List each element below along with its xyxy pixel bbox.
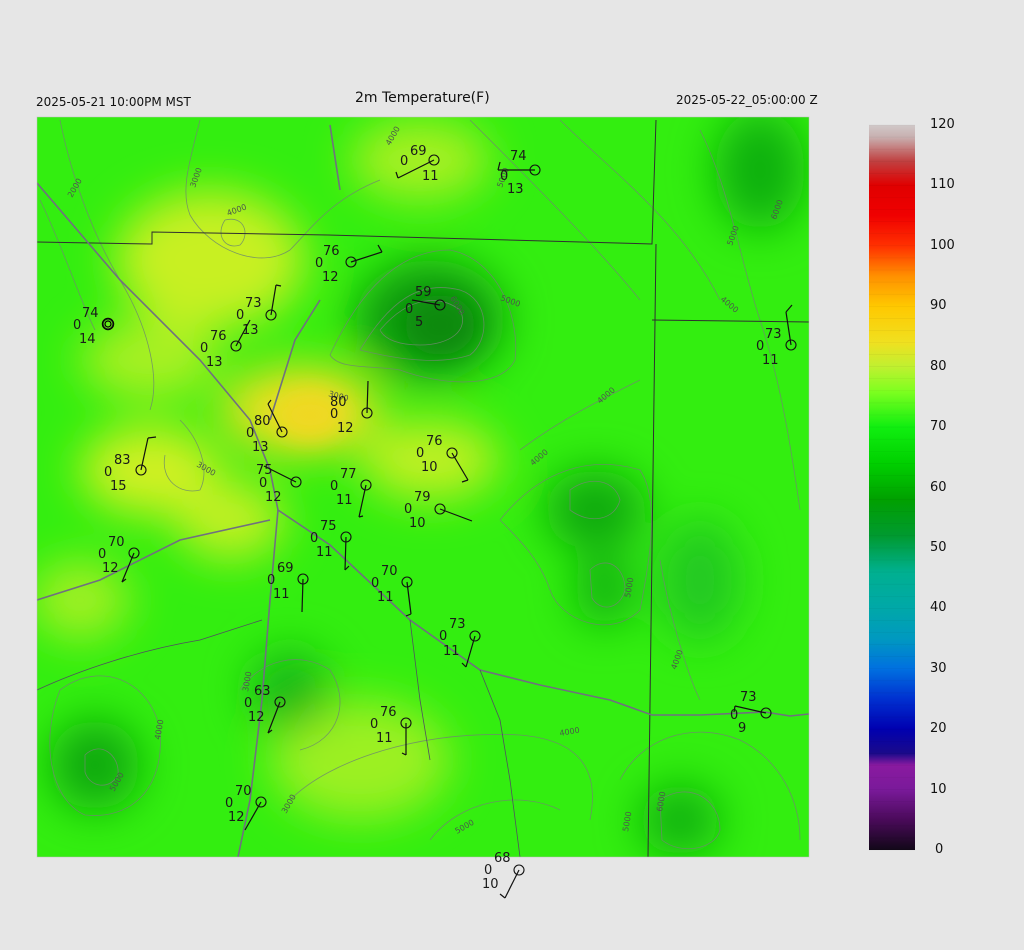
station-dewpoint: 11 (762, 353, 779, 368)
station-dewpoint: 10 (421, 460, 438, 475)
station-zero: 0 (315, 256, 323, 271)
station-temperature: 73 (740, 690, 757, 705)
colorbar-tick-label: 60 (930, 479, 947, 495)
station-dewpoint: 11 (316, 545, 333, 560)
station-dewpoint: 10 (482, 877, 499, 892)
station-zero: 0 (259, 476, 267, 491)
station-temperature: 73 (765, 327, 782, 342)
station-temperature: 63 (254, 684, 271, 699)
station-dewpoint: 12 (248, 710, 265, 725)
colorbar-tick-label: 110 (930, 177, 955, 193)
station-zero: 0 (439, 629, 447, 644)
station-dewpoint: 10 (409, 516, 426, 531)
station-dewpoint: 15 (110, 479, 127, 494)
colorbar-tick-label: 0 (935, 842, 944, 857)
colorbar-tick-label: 20 (930, 721, 947, 737)
colorbar-tick-label: 50 (930, 539, 947, 555)
station-temperature: 70 (235, 784, 252, 799)
station-temperature: 75 (320, 519, 337, 534)
colorbar-tick-label: 10 (930, 781, 947, 797)
station-dewpoint: 9 (738, 721, 746, 736)
station-dewpoint: 12 (337, 421, 354, 436)
station-dewpoint: 11 (377, 590, 394, 605)
station-dewpoint: 12 (102, 561, 119, 576)
station-dewpoint: 11 (422, 169, 439, 184)
station-zero: 0 (246, 426, 254, 441)
colorbar-tick-label: 40 (930, 600, 947, 616)
station-zero: 0 (416, 446, 424, 461)
station-zero: 0 (400, 154, 408, 169)
station-temperature: 70 (108, 535, 125, 550)
station-plot: 68010 (482, 851, 525, 899)
station-temperature: 68 (494, 851, 511, 866)
station-temperature: 77 (340, 467, 357, 482)
station-temperature: 76 (323, 244, 340, 259)
colorbar-tick-label: 90 (930, 298, 947, 314)
station-temperature: 69 (277, 561, 294, 576)
temperature-field: 2000 300040004000500060003000300040005000… (37, 117, 809, 857)
station-zero: 0 (73, 318, 81, 333)
station-temperature: 76 (380, 705, 397, 720)
station-temperature: 76 (426, 434, 443, 449)
station-zero: 0 (370, 717, 378, 732)
station-dewpoint: 13 (206, 355, 223, 370)
station-temperature: 79 (414, 490, 431, 505)
station-zero: 0 (484, 863, 492, 878)
station-temperature: 70 (381, 564, 398, 579)
station-zero: 0 (200, 341, 208, 356)
station-zero: 0 (225, 796, 233, 811)
station-temperature: 73 (245, 296, 262, 311)
station-zero: 0 (330, 479, 338, 494)
station-zero: 0 (405, 302, 413, 317)
colorbar-tick-label: 70 (930, 419, 947, 435)
station-temperature: 83 (114, 453, 131, 468)
temperature-map: 2000 300040004000500060003000300040005000… (36, 116, 915, 899)
station-zero: 0 (236, 308, 244, 323)
station-dewpoint: 12 (322, 270, 339, 285)
station-zero: 0 (104, 465, 112, 480)
station-dewpoint: 12 (265, 490, 282, 505)
station-zero: 0 (756, 339, 764, 354)
station-temperature: 69 (410, 144, 427, 159)
station-dewpoint: 11 (336, 493, 353, 508)
station-dewpoint: 13 (252, 440, 269, 455)
colorbar-tick-label: 30 (930, 660, 947, 676)
colorbar (869, 124, 915, 851)
station-temperature: 80 (254, 414, 271, 429)
station-temperature: 74 (510, 149, 527, 164)
station-zero: 0 (310, 531, 318, 546)
station-temperature: 73 (449, 617, 466, 632)
station-dewpoint: 13 (507, 182, 524, 197)
station-dewpoint: 12 (228, 810, 245, 825)
station-zero: 0 (267, 573, 275, 588)
station-temperature: 74 (82, 306, 99, 321)
station-dewpoint: 14 (79, 332, 96, 347)
station-dewpoint: 11 (376, 731, 393, 746)
station-temperature: 76 (210, 329, 227, 344)
station-zero: 0 (330, 407, 338, 422)
station-dewpoint: 11 (273, 587, 290, 602)
station-dewpoint: 5 (415, 315, 423, 330)
station-zero: 0 (98, 547, 106, 562)
station-zero: 0 (371, 576, 379, 591)
colorbar-tick-label: 80 (930, 358, 947, 374)
station-temperature: 59 (415, 285, 432, 300)
station-dewpoint: 11 (443, 644, 460, 659)
station-zero: 0 (244, 696, 252, 711)
colorbar-tick-label: 120 (930, 117, 955, 132)
station-zero: 0 (404, 502, 412, 517)
colorbar-tick-label: 100 (930, 237, 955, 253)
wind-barb-icon (499, 893, 506, 899)
